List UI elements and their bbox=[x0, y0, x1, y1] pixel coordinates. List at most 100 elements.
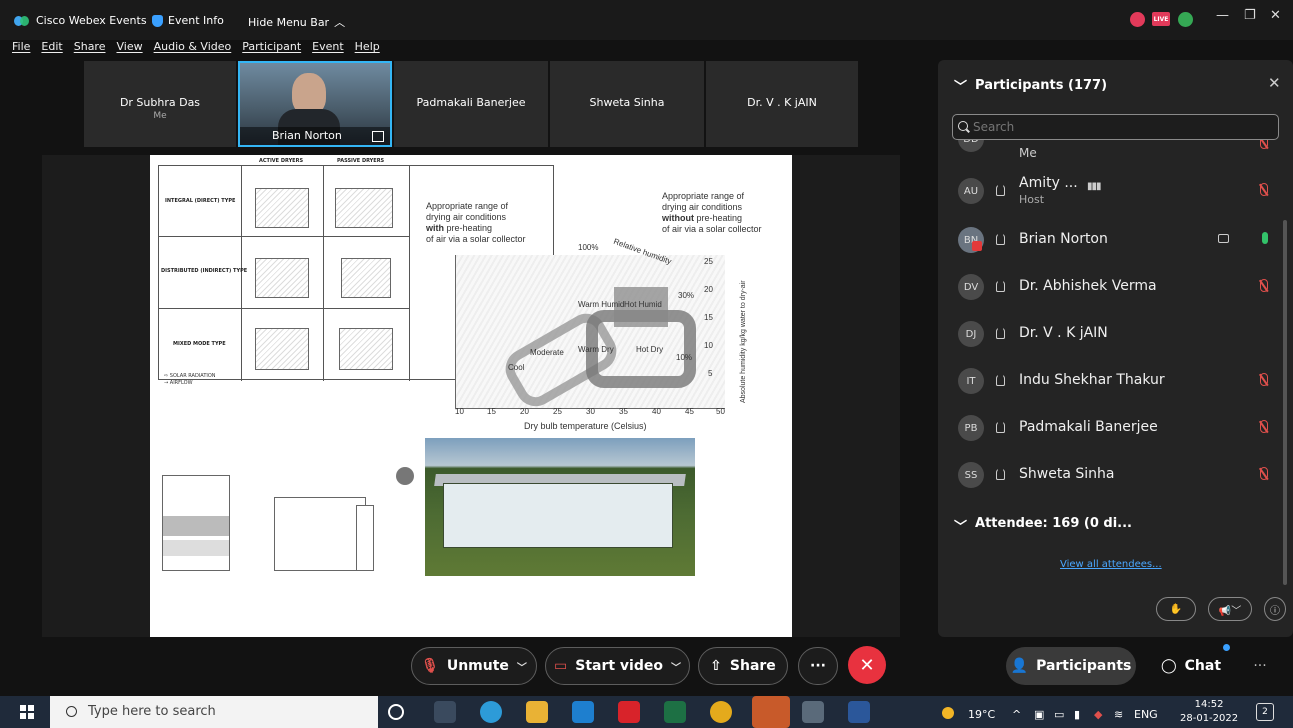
mic-tray-icon[interactable]: ▮ bbox=[1074, 708, 1080, 721]
file-explorer-icon[interactable] bbox=[526, 701, 548, 723]
mic-on-icon[interactable] bbox=[1262, 232, 1268, 244]
participant-row[interactable]: IT Indu Shekhar Thakur bbox=[952, 361, 1282, 401]
video-tile-sub: Me bbox=[153, 111, 167, 121]
participant-row[interactable]: PB Padmakali Banerjee bbox=[952, 408, 1282, 448]
zone-label: Warm Humid bbox=[578, 300, 625, 309]
menu-edit[interactable]: Edit bbox=[41, 40, 62, 60]
live-badge: LIVE bbox=[1152, 12, 1170, 26]
more-options-button[interactable]: ··· bbox=[798, 647, 838, 685]
col-header: ACTIVE DRYERS bbox=[259, 158, 304, 164]
menu-help[interactable]: Help bbox=[355, 40, 380, 60]
menu-share[interactable]: Share bbox=[74, 40, 106, 60]
participant-search-input[interactable] bbox=[952, 114, 1279, 140]
participant-name: Dr. Abhishek Verma bbox=[1019, 278, 1157, 294]
tray-expand-icon[interactable]: ^ bbox=[1012, 708, 1021, 721]
x-tick: 35 bbox=[619, 407, 628, 416]
language-indicator[interactable]: ENG bbox=[1134, 708, 1158, 721]
hide-menu-bar-button[interactable]: Hide Menu Bar ︿ bbox=[248, 14, 345, 30]
mic-muted-icon: 🎙 bbox=[421, 658, 439, 674]
mute-all-button[interactable]: 📢﹀ bbox=[1208, 597, 1252, 621]
participant-row[interactable]: AU Amity ... Host ▮▮▮ bbox=[952, 171, 1282, 211]
participant-name: Indu Shekhar Thakur bbox=[1019, 372, 1165, 388]
menu-participant[interactable]: Participant bbox=[242, 40, 301, 60]
webex-taskbar-icon[interactable] bbox=[752, 696, 790, 728]
x-tick: 30 bbox=[586, 407, 595, 416]
battery-icon[interactable]: ▭ bbox=[1054, 708, 1064, 721]
chat-toggle-button[interactable]: ◯ Chat bbox=[1148, 647, 1234, 685]
mail-icon[interactable] bbox=[572, 701, 594, 723]
chevron-down-icon[interactable]: ﹀ bbox=[671, 659, 681, 674]
video-tile[interactable]: Padmakali Banerjee bbox=[394, 61, 548, 147]
dryer-sketch bbox=[255, 328, 309, 370]
weather-icon[interactable] bbox=[942, 707, 954, 719]
participant-row[interactable]: DV Dr. Abhishek Verma bbox=[952, 267, 1282, 307]
acrobat-icon[interactable] bbox=[618, 701, 640, 723]
cortana-icon[interactable] bbox=[388, 704, 404, 720]
participant-row[interactable]: SS Shweta Sinha bbox=[952, 455, 1282, 495]
windows-start-icon[interactable] bbox=[20, 705, 34, 719]
scrollbar-thumb[interactable] bbox=[1283, 220, 1287, 585]
unmute-button[interactable]: 🎙 Unmute ﹀ bbox=[411, 647, 537, 685]
app-icon[interactable] bbox=[802, 701, 824, 723]
dryer-sketch bbox=[341, 258, 391, 298]
mic-muted-icon[interactable] bbox=[1260, 279, 1268, 292]
expand-icon[interactable] bbox=[372, 131, 384, 142]
video-tile[interactable]: Dr Subhra Das Me bbox=[84, 61, 236, 147]
app-name: Cisco Webex Events bbox=[36, 14, 147, 27]
mic-muted-icon[interactable] bbox=[1260, 373, 1268, 386]
chrome-icon[interactable] bbox=[710, 701, 732, 723]
event-info-button[interactable]: Event Info bbox=[152, 14, 224, 27]
mic-muted-icon[interactable] bbox=[1260, 420, 1268, 433]
mic-muted-icon[interactable] bbox=[1260, 140, 1268, 149]
network-status-icon[interactable] bbox=[1178, 12, 1193, 27]
more-panels-button[interactable]: ··· bbox=[1246, 647, 1274, 685]
video-tile[interactable]: Shweta Sinha bbox=[550, 61, 704, 147]
end-call-button[interactable]: ✕ bbox=[848, 646, 886, 684]
active-speaker-tile[interactable]: Brian Norton bbox=[238, 61, 392, 147]
rh-curve-label: 100% bbox=[578, 243, 599, 252]
tray-app-icon[interactable]: ▣ bbox=[1034, 708, 1044, 721]
recording-icon[interactable] bbox=[1130, 12, 1145, 27]
dryer-sketch bbox=[335, 188, 393, 228]
word-icon[interactable] bbox=[848, 701, 870, 723]
audio-icon bbox=[996, 280, 1005, 292]
edge-icon[interactable] bbox=[480, 701, 502, 723]
participant-row[interactable]: DD Me bbox=[952, 140, 1282, 164]
menu-file[interactable]: File bbox=[12, 40, 30, 60]
row-label: MIXED MODE TYPE bbox=[173, 341, 226, 347]
info-button[interactable]: ⓘ bbox=[1264, 597, 1286, 621]
start-video-button[interactable]: ▭ Start video ﹀ bbox=[545, 647, 690, 685]
psychrometric-chart: Warm Humid Hot Humid Moderate Warm Dry H… bbox=[455, 255, 725, 414]
search-icon bbox=[958, 121, 968, 131]
minimize-icon[interactable]: — bbox=[1216, 8, 1229, 23]
close-panel-icon[interactable]: ✕ bbox=[1268, 74, 1281, 92]
mic-muted-icon[interactable] bbox=[1260, 183, 1268, 196]
view-all-attendees-link[interactable]: View all attendees... bbox=[1060, 559, 1162, 570]
attendee-section-header[interactable]: ﹀ Attendee: 169 (0 di... bbox=[954, 516, 1132, 535]
participant-row[interactable]: BN Brian Norton bbox=[952, 220, 1282, 260]
restore-icon[interactable]: ❐ bbox=[1244, 8, 1256, 23]
shield-tray-icon[interactable]: ◆ bbox=[1094, 708, 1102, 721]
camera-icon[interactable] bbox=[1218, 234, 1229, 243]
participant-name: Shweta Sinha bbox=[1019, 466, 1115, 482]
task-view-icon[interactable] bbox=[434, 701, 456, 723]
wifi-icon[interactable]: ≋ bbox=[1114, 708, 1123, 721]
menu-view[interactable]: View bbox=[116, 40, 142, 60]
avatar: IT bbox=[958, 368, 984, 394]
participants-header[interactable]: ﹀ Participants (177) bbox=[954, 76, 1107, 95]
video-tile[interactable]: Dr. V . K jAIN bbox=[706, 61, 858, 147]
raise-hand-button[interactable]: ✋ bbox=[1156, 597, 1196, 621]
participant-row[interactable]: DJ Dr. V . K jAIN bbox=[952, 314, 1282, 354]
taskbar-clock[interactable]: 14:52 28-01-2022 bbox=[1180, 698, 1238, 726]
close-window-icon[interactable]: ✕ bbox=[1270, 8, 1281, 23]
menu-audio-video[interactable]: Audio & Video bbox=[154, 40, 232, 60]
taskbar-search[interactable]: Type here to search bbox=[50, 696, 378, 728]
participants-toggle-button[interactable]: 👤 Participants bbox=[1006, 647, 1136, 685]
mic-muted-icon[interactable] bbox=[1260, 467, 1268, 480]
chevron-down-icon[interactable]: ﹀ bbox=[517, 659, 527, 674]
notification-center-icon[interactable]: 2 bbox=[1256, 703, 1274, 721]
menu-event[interactable]: Event bbox=[312, 40, 344, 60]
share-button[interactable]: ⇧ Share bbox=[698, 647, 788, 685]
close-icon: ✕ bbox=[859, 654, 875, 676]
excel-icon[interactable] bbox=[664, 701, 686, 723]
